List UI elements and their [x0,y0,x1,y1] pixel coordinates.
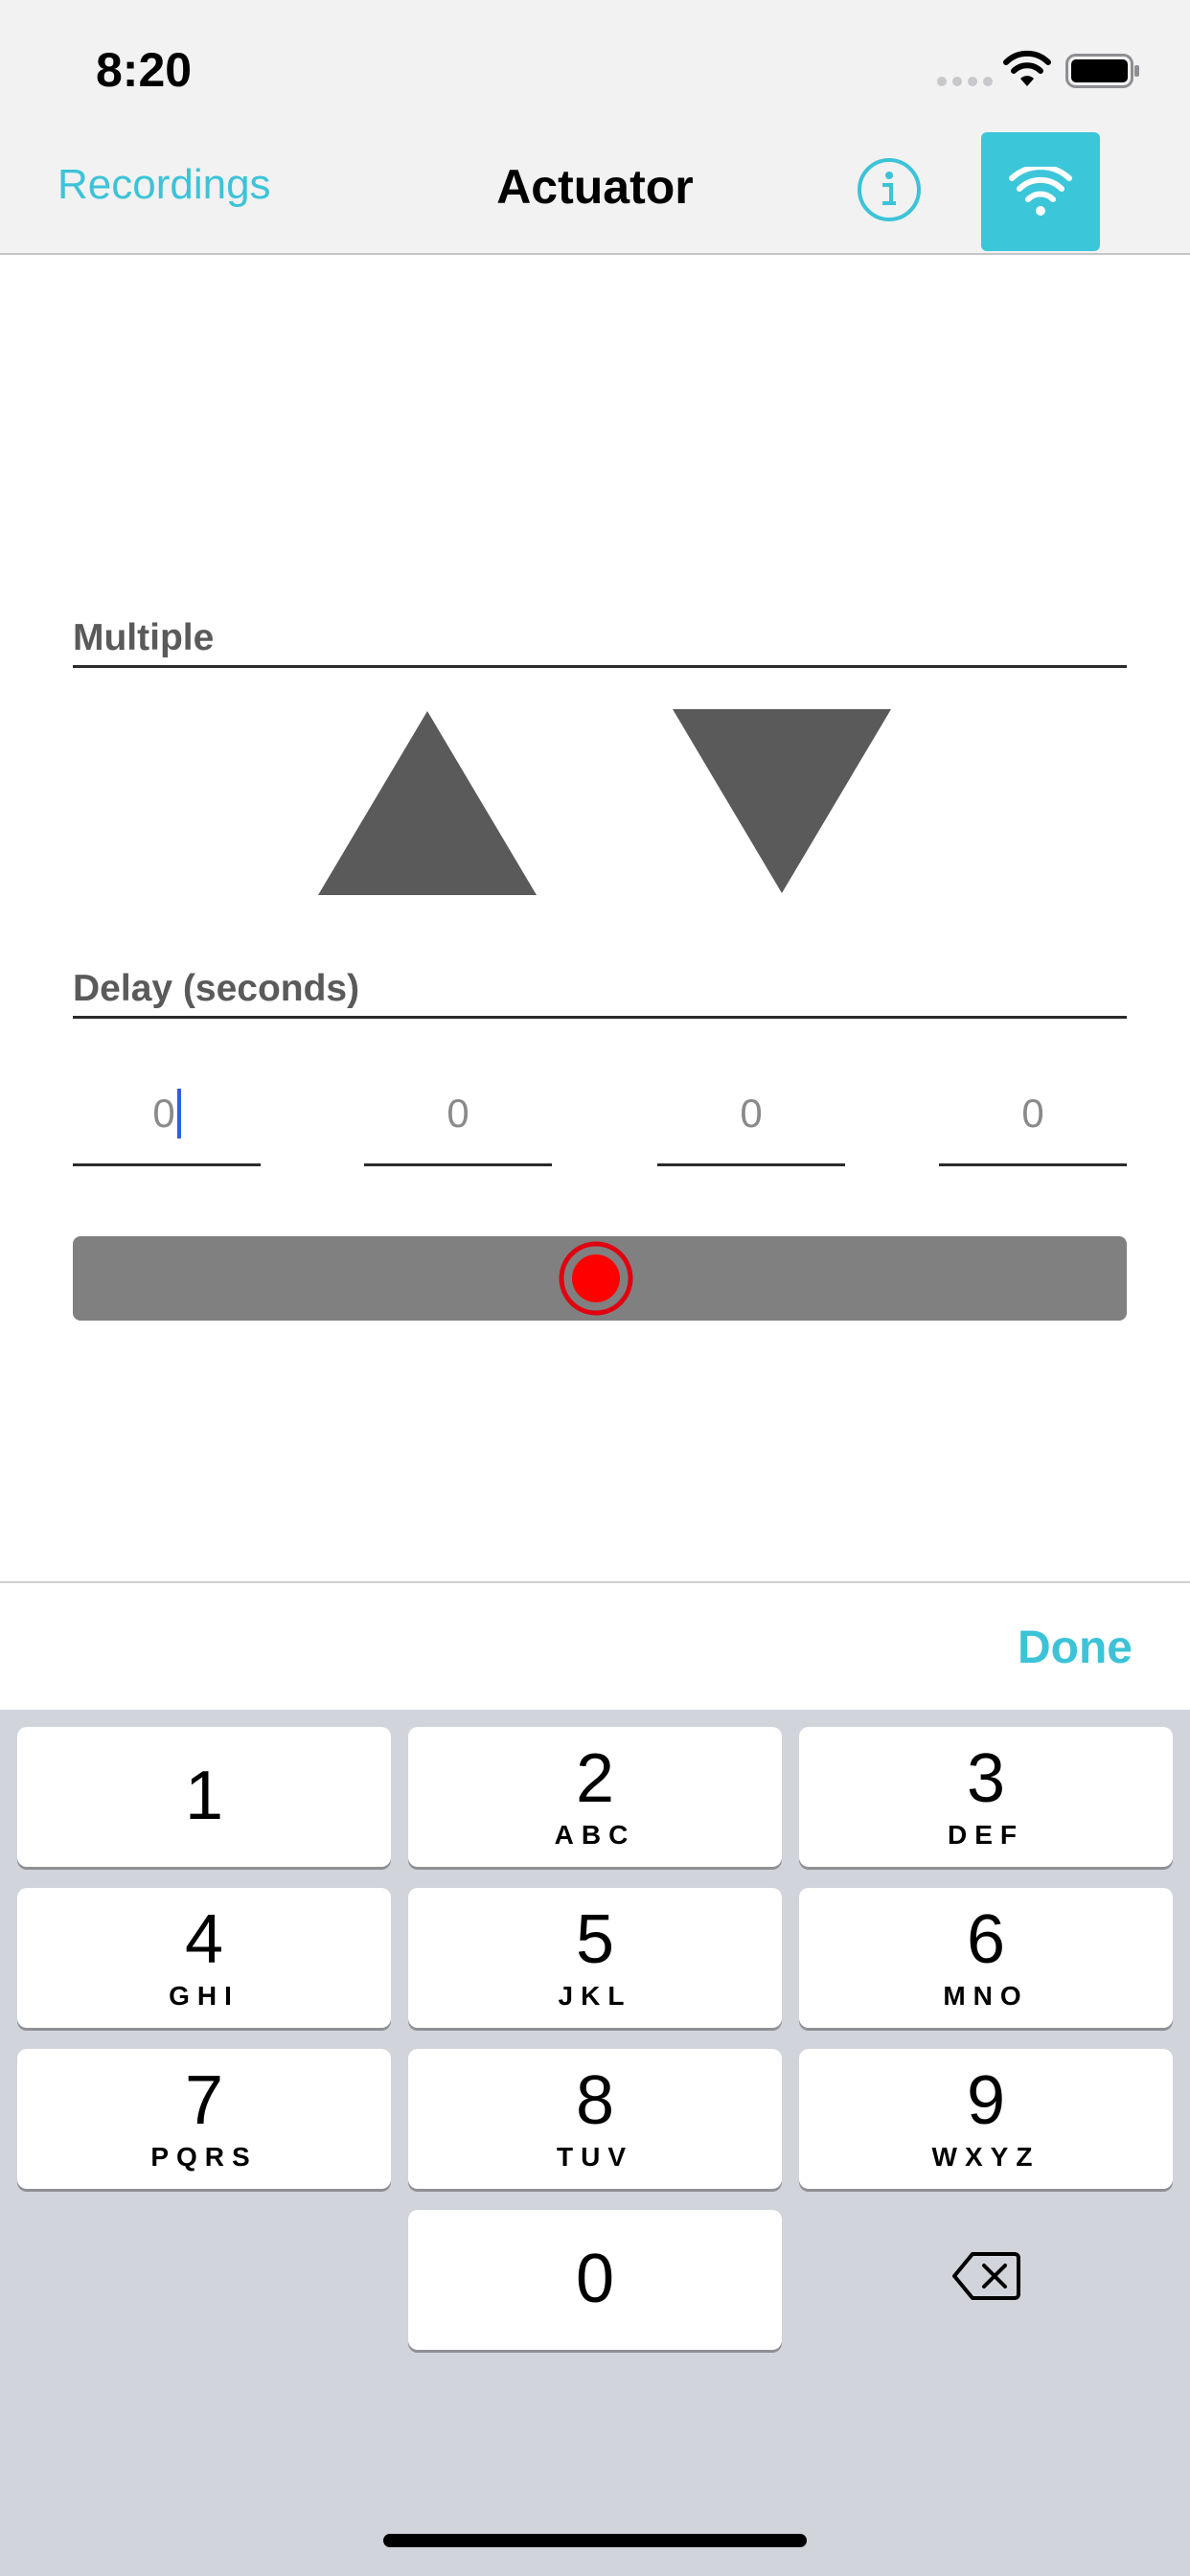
key-7[interactable]: 7 PQRS [17,2049,391,2189]
home-indicator [383,2534,807,2547]
delay-input-2[interactable]: 0 [364,1064,552,1166]
delay-input-4[interactable]: 0 [939,1064,1127,1166]
key-0[interactable]: 0 [408,2210,782,2350]
navigation-bar: Recordings Actuator [0,126,1190,255]
multiple-divider [73,665,1127,668]
cellular-signal-icon [937,77,993,86]
delete-key[interactable] [799,2206,1173,2346]
key-6[interactable]: 6 MNO [799,1888,1173,2028]
delay-input-3[interactable]: 0 [657,1064,845,1166]
backspace-icon [952,2252,1020,2300]
battery-icon [1065,54,1139,88]
delay-input-1[interactable]: 0 [73,1064,261,1166]
status-time: 8:20 [96,43,193,97]
key-3[interactable]: 3 DEF [799,1727,1173,1867]
key-5[interactable]: 5 JKL [408,1888,782,2028]
status-bar: 8:20 [0,0,1190,126]
wifi-icon [1009,167,1072,216]
info-icon[interactable] [857,157,922,222]
recordings-button[interactable]: Recordings [57,161,271,209]
text-cursor [176,1089,181,1138]
key-8[interactable]: 8 TUV [408,2049,782,2189]
delay-divider [73,1016,1127,1019]
multiple-label: Multiple [73,617,215,658]
done-button[interactable]: Done [1018,1622,1133,1674]
wifi-signal-icon [1003,50,1051,86]
key-2[interactable]: 2 ABC [408,1727,782,1867]
number-pad: 1 2 ABC 3 DEF 4 GHI 5 JKL 6 MNO 7 PQRS 8… [0,1710,1190,2576]
move-up-button[interactable] [318,711,537,895]
wifi-connect-button[interactable] [981,132,1100,251]
delay-label: Delay (seconds) [73,968,360,1009]
key-1[interactable]: 1 [17,1727,391,1867]
key-9[interactable]: 9 WXYZ [799,2049,1173,2189]
key-4[interactable]: 4 GHI [17,1888,391,2028]
move-down-button[interactable] [673,709,891,893]
keyboard-toolbar: Done [0,1581,1190,1712]
record-icon [559,1241,633,1316]
